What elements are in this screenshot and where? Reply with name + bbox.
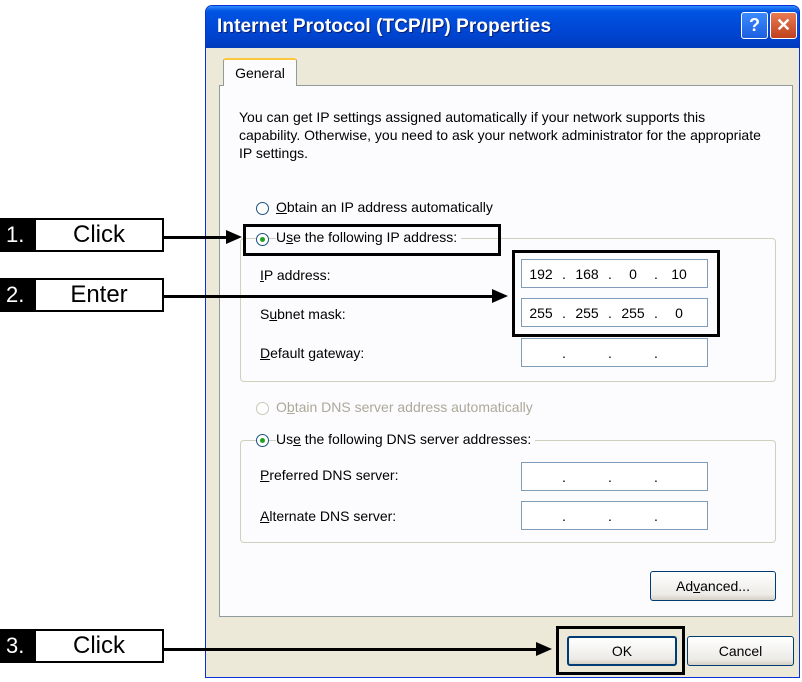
dot-separator: . — [654, 344, 658, 361]
callout-step-2: 2. Enter — [0, 278, 164, 312]
default-gateway-field[interactable]: . . . — [521, 338, 708, 367]
step-label: Enter — [70, 281, 128, 308]
arrow-right-icon — [226, 230, 242, 244]
step-label: Click — [73, 221, 125, 248]
dot-separator: . — [608, 507, 612, 524]
arrow-right-icon — [492, 289, 508, 303]
close-button[interactable]: ✕ — [770, 12, 797, 39]
dot-separator: . — [608, 344, 612, 361]
step-number: 2. — [2, 280, 36, 310]
step-number: 3. — [2, 631, 36, 661]
preferred-dns-label: Preferred DNS server: — [260, 467, 399, 483]
dot-separator: . — [654, 507, 658, 524]
tab-general[interactable]: General — [223, 58, 297, 86]
callout-step-3: 3. Click — [0, 629, 164, 663]
highlight-box-ok — [556, 626, 685, 675]
arrow-right-icon — [536, 642, 552, 656]
default-gateway-label: Default gateway: — [260, 345, 365, 361]
step-number: 1. — [2, 220, 36, 250]
advanced-button[interactable]: Ad v anced... — [650, 571, 776, 601]
description-text: You can get IP settings assigned automat… — [239, 109, 761, 161]
help-icon: ? — [749, 15, 760, 35]
callout-line-2 — [164, 295, 494, 298]
dot-separator: . — [608, 468, 612, 485]
obtain-ip-auto-label[interactable]: Obtain an IP address automatically — [276, 199, 493, 215]
window-title: Internet Protocol (TCP/IP) Properties — [217, 16, 552, 37]
subnet-mask-label: Subnet mask: — [260, 306, 346, 322]
obtain-dns-auto-radio[interactable] — [256, 402, 269, 415]
step-label: Click — [73, 632, 125, 659]
close-icon: ✕ — [775, 15, 792, 35]
alternate-dns-field[interactable]: . . . — [521, 501, 708, 530]
use-following-dns-label[interactable]: Use the following DNS server addresses: — [276, 431, 536, 447]
callout-step-1: 1. Click — [0, 218, 164, 252]
use-following-dns-radio[interactable] — [256, 434, 269, 447]
preferred-dns-field[interactable]: . . . — [521, 462, 708, 491]
cancel-button[interactable]: Cancel — [687, 636, 794, 666]
ip-address-label: IP address: — [260, 267, 331, 283]
dot-separator: . — [654, 468, 658, 485]
callout-line-3 — [164, 648, 538, 651]
obtain-dns-auto-label[interactable]: Obtain DNS server address automatically — [276, 399, 533, 415]
alternate-dns-label: Alternate DNS server: — [260, 508, 397, 524]
dot-separator: . — [562, 507, 566, 524]
dot-separator: . — [562, 344, 566, 361]
highlight-box-ip-fields — [512, 250, 720, 337]
highlight-box-manual-ip — [243, 224, 501, 256]
callout-line-1 — [164, 236, 228, 239]
dot-separator: . — [562, 468, 566, 485]
help-button[interactable]: ? — [741, 12, 768, 39]
obtain-ip-auto-radio[interactable] — [256, 202, 269, 215]
